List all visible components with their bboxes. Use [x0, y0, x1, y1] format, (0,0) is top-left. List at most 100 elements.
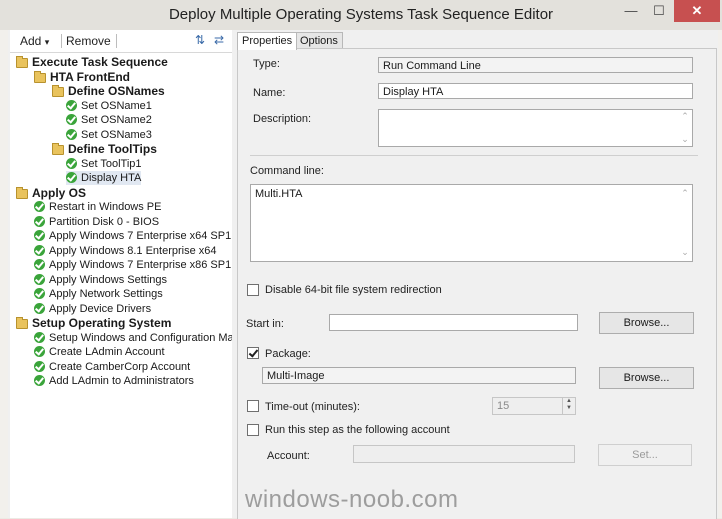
- properties-page: Type: Run Command Line Name: Display HTA…: [237, 48, 717, 519]
- add-button[interactable]: Add ▾: [20, 34, 49, 48]
- tree-step-item[interactable]: Restart in Windows PE: [34, 200, 161, 214]
- tree-step-item[interactable]: Set OSName2: [66, 113, 152, 127]
- timeout-checkbox[interactable]: [247, 400, 259, 412]
- tree-step-item[interactable]: Apply Device Drivers: [34, 302, 151, 316]
- check-icon: [66, 157, 77, 169]
- disable-redirection-checkbox[interactable]: [247, 284, 259, 296]
- package-field: Multi-Image: [262, 367, 576, 384]
- check-icon: [34, 346, 45, 357]
- tree-group-item[interactable]: Define ToolTips: [52, 142, 157, 156]
- tree-step-item[interactable]: Create CamberCorp Account: [34, 360, 190, 374]
- tree-group-item[interactable]: HTA FrontEnd: [34, 70, 130, 84]
- tree-step-item[interactable]: Partition Disk 0 - BIOS: [34, 215, 159, 229]
- account-field[interactable]: [353, 445, 575, 463]
- tree-item-label: Set OSName3: [81, 128, 152, 141]
- scroll-down-icon[interactable]: ⌄: [680, 247, 690, 258]
- add-dropdown-arrow-icon: ▾: [44, 37, 50, 47]
- separator-line: [250, 155, 698, 156]
- tree-item-label: Setup Windows and Configuration Ma: [49, 331, 234, 344]
- tree-item-label: Apply Windows Settings: [49, 273, 167, 286]
- tree-item-label: Apply Windows 7 Enterprise x64 SP1: [49, 230, 232, 242]
- folder-icon: [34, 70, 46, 83]
- package-checkbox[interactable]: [247, 347, 259, 359]
- disable-redirection-label: Disable 64-bit file system redirection: [265, 284, 442, 296]
- check-icon: [34, 273, 45, 285]
- tree-item-label: Apply OS: [32, 185, 87, 200]
- command-line-field[interactable]: Multi.HTA ⌃ ⌄: [250, 184, 693, 262]
- command-line-label: Command line:: [250, 165, 324, 177]
- tree-step-item[interactable]: Set OSName3: [66, 128, 152, 142]
- scroll-up-icon[interactable]: ⌃: [680, 188, 690, 199]
- tree-group-item[interactable]: Setup Operating System: [16, 316, 171, 330]
- tree-item-label: Set OSName2: [81, 114, 152, 126]
- close-icon[interactable]: ✕: [674, 0, 720, 22]
- package-browse-button[interactable]: Browse...: [599, 367, 694, 389]
- account-set-button[interactable]: Set...: [598, 444, 692, 466]
- tree-step-item[interactable]: Apply Network Settings: [34, 287, 163, 301]
- tree-step-item[interactable]: Apply Windows Settings: [34, 273, 167, 287]
- tree-item-label: Apply Windows 8.1 Enterprise x64: [49, 244, 217, 257]
- spin-up-icon[interactable]: ▲: [563, 398, 575, 405]
- toolbar-separator: [116, 34, 117, 48]
- tree-step-item[interactable]: Create LAdmin Account: [34, 345, 165, 359]
- tab-properties[interactable]: Properties: [237, 32, 298, 50]
- tree-item-label: Restart in Windows PE: [49, 201, 162, 213]
- name-field[interactable]: Display HTA: [378, 83, 693, 99]
- task-sequence-tree-panel: Add ▾ Remove ⇅ ⇄ Execute Task Sequence HT…: [10, 30, 234, 518]
- type-field: Run Command Line: [378, 57, 693, 73]
- check-icon: [34, 375, 45, 386]
- package-label: Package:: [265, 348, 311, 360]
- maximize-icon[interactable]: ☐: [646, 0, 672, 22]
- timeout-value: 15: [497, 400, 510, 412]
- spin-down-icon[interactable]: ▼: [563, 405, 575, 412]
- tree-step-item[interactable]: Apply Windows 7 Enterprise x86 SP1: [34, 258, 231, 272]
- start-in-field[interactable]: [329, 314, 578, 331]
- tree-step-item[interactable]: Apply Windows 7 Enterprise x64 SP1: [34, 229, 231, 243]
- tree-item-label: Apply Device Drivers: [49, 302, 152, 315]
- description-field[interactable]: ⌃ ⌄: [378, 109, 693, 147]
- tree-step-item[interactable]: Display HTA: [66, 171, 142, 185]
- minimize-icon[interactable]: —: [618, 0, 644, 22]
- tree-item-label: Define OSNames: [68, 84, 165, 98]
- tab-options[interactable]: Options: [295, 32, 343, 49]
- tree-group-item[interactable]: Apply OS: [16, 186, 86, 200]
- check-icon: [66, 114, 77, 125]
- start-in-browse-button[interactable]: Browse...: [599, 312, 694, 334]
- check-icon: [34, 360, 45, 372]
- move-up-icon[interactable]: ⇅: [195, 33, 205, 47]
- check-icon: [34, 230, 45, 241]
- tree-step-item[interactable]: Set ToolTip1: [66, 157, 142, 171]
- tree-step-item[interactable]: Setup Windows and Configuration Ma: [34, 331, 234, 345]
- check-icon: [34, 331, 45, 343]
- tree-step-item[interactable]: Apply Windows 8.1 Enterprise x64: [34, 244, 217, 258]
- tree-item-label: Apply Windows 7 Enterprise x86 SP1: [49, 259, 232, 271]
- tree-item-label: Create LAdmin Account: [49, 346, 165, 358]
- move-down-icon[interactable]: ⇄: [214, 33, 224, 47]
- tree-group-item[interactable]: Execute Task Sequence: [16, 55, 168, 69]
- scroll-down-icon[interactable]: ⌄: [680, 134, 690, 145]
- scroll-up-icon[interactable]: ⌃: [680, 111, 690, 122]
- tree-step-item[interactable]: Add LAdmin to Administrators: [34, 374, 194, 388]
- tree-item-label: Set OSName1: [81, 99, 152, 112]
- folder-icon: [16, 56, 28, 68]
- tree-toolbar: Add ▾ Remove ⇅ ⇄: [10, 30, 232, 53]
- run-as-account-checkbox[interactable]: [247, 424, 259, 436]
- start-in-label: Start in:: [246, 318, 284, 330]
- check-icon: [66, 99, 77, 111]
- command-line-text: Multi.HTA: [255, 188, 303, 200]
- check-icon: [34, 259, 45, 270]
- tree-item-label: Setup Operating System: [32, 316, 172, 330]
- timeout-label: Time-out (minutes):: [265, 401, 360, 413]
- description-label: Description:: [253, 113, 312, 125]
- run-as-account-label: Run this step as the following account: [265, 424, 450, 436]
- title-bar: Deploy Multiple Operating Systems Task S…: [0, 0, 722, 30]
- remove-button[interactable]: Remove: [66, 34, 111, 48]
- timeout-stepper[interactable]: 15 ▲ ▼: [492, 397, 576, 415]
- tree-item-label: Add LAdmin to Administrators: [49, 375, 194, 387]
- tree-item-label: Display HTA: [81, 172, 142, 184]
- tree-item-label: HTA FrontEnd: [50, 69, 130, 84]
- tree-item-label: Create CamberCorp Account: [49, 360, 191, 373]
- tree-group-item[interactable]: Define OSNames: [52, 84, 165, 98]
- type-label: Type:: [253, 58, 280, 70]
- tree-step-item[interactable]: Set OSName1: [66, 99, 152, 113]
